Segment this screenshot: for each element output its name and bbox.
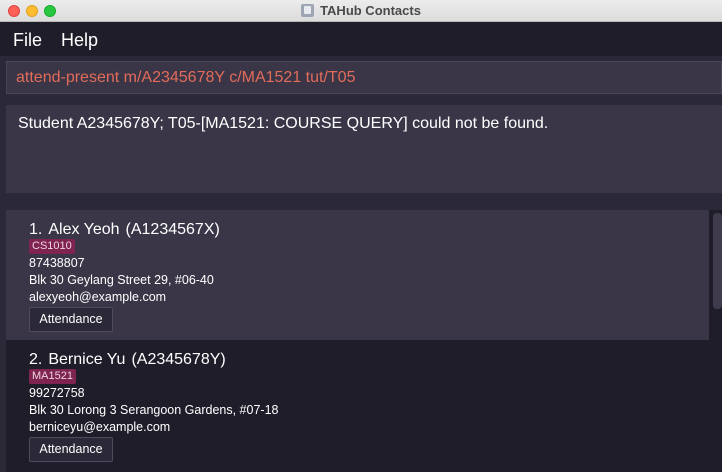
contact-email: berniceyu@example.com — [29, 420, 171, 434]
contact-index: 1. — [29, 221, 43, 238]
contact-matric: (A1234567X) — [125, 221, 220, 238]
window-titlebar: TAHub Contacts — [0, 0, 722, 22]
command-area: attend-present m/A2345678Y c/MA1521 tut/… — [0, 56, 722, 100]
contact-matric: (A2345678Y) — [131, 351, 226, 368]
contact-card[interactable]: 1. Alex Yeoh (A1234567X) CS1010 87438807 B… — [6, 210, 709, 340]
contact-card[interactable]: 2. Bernice Yu (A2345678Y) MA1521 99272758 … — [6, 340, 709, 470]
command-input[interactable]: attend-present m/A2345678Y c/MA1521 tut/… — [6, 61, 722, 94]
contact-name-line: 1. Alex Yeoh (A1234567X) — [29, 221, 220, 239]
menu-bar: File Help — [0, 22, 722, 56]
contact-address: Blk 30 Lorong 3 Serangoon Gardens, #07-1… — [29, 403, 279, 417]
result-display: Student A2345678Y; T05-[MA1521: COURSE Q… — [6, 105, 722, 193]
contact-name: Alex Yeoh — [48, 221, 120, 238]
scrollbar-track[interactable] — [709, 210, 722, 472]
contact-name-line: 2. Bernice Yu (A2345678Y) — [29, 351, 226, 369]
contact-name: Bernice Yu — [48, 351, 126, 368]
course-tag: CS1010 — [29, 239, 75, 254]
app-icon — [301, 4, 315, 17]
command-input-text: attend-present m/A2345678Y c/MA1521 tut/… — [16, 69, 356, 86]
contact-list: 1. Alex Yeoh (A1234567X) CS1010 87438807 B… — [6, 210, 722, 472]
contact-phone: 87438807 — [29, 256, 85, 270]
contact-address: Blk 30 Geylang Street 29, #06-40 — [29, 273, 214, 287]
contact-index: 2. — [29, 351, 43, 368]
result-message: Student A2345678Y; T05-[MA1521: COURSE Q… — [18, 115, 549, 132]
menu-help[interactable]: Help — [61, 30, 98, 51]
window-title-wrap: TAHub Contacts — [0, 3, 722, 18]
contact-phone: 99272758 — [29, 386, 85, 400]
attendance-button[interactable]: Attendance — [29, 307, 113, 332]
contact-email: alexyeoh@example.com — [29, 290, 167, 304]
course-tag: MA1521 — [29, 369, 76, 384]
menu-file[interactable]: File — [13, 30, 42, 51]
attendance-button[interactable]: Attendance — [29, 437, 113, 462]
window-title: TAHub Contacts — [320, 3, 421, 18]
scrollbar-thumb[interactable] — [713, 213, 722, 309]
